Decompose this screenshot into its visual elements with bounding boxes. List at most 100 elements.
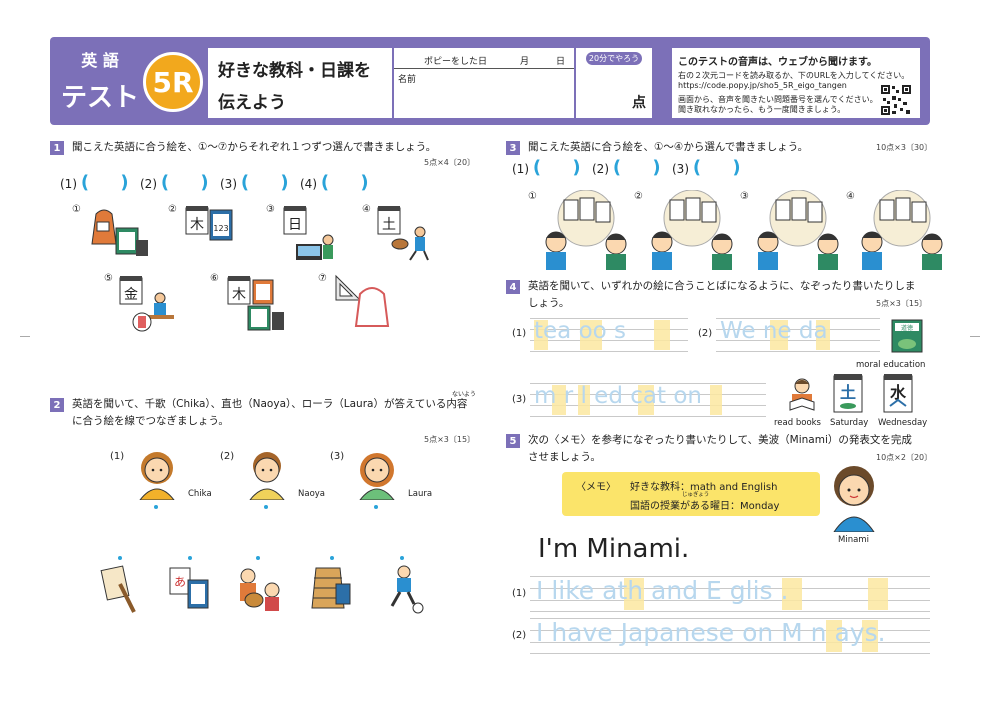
q1-points: 5点×4〔20〕 [424,158,476,167]
q4-points: 5点×3〔15〕 [876,299,928,308]
subject-badge: 英 語 テスト [50,37,150,125]
q3-option-4: ④ [846,191,855,202]
answer-label: (3) [220,177,237,191]
laura-label: Laura [408,489,433,499]
calendar-computer-icon: 日 [283,206,334,260]
blank-highlight[interactable] [710,385,722,415]
divider [394,68,574,69]
q4-row1-trace: tea oo s [534,318,627,344]
q1-option-7: ⑦ [318,273,327,284]
kanji-text: 金 [124,287,138,303]
q3-answer-1[interactable]: (1) ( ) [512,157,581,178]
audio-title: このテストの音声は、ウェブから聞けます。 [678,57,877,68]
month-label: 月 [520,57,530,67]
q5-row1-trace: I like ath and E glis . [536,576,789,605]
laura-avatar [359,453,395,500]
q4-number: 4 [506,280,520,294]
q1-option-6: ⑥ [210,273,219,284]
match-dot-bottom-2[interactable] [188,556,192,560]
svg-text:123: 123 [213,224,228,233]
ruled-line [716,351,880,352]
kanji-text: 土 [382,217,396,233]
q3-text: 聞こえた英語に合う絵を、①～④から選んで書きましょう。 [528,141,809,153]
answer-label: (3) [672,162,689,176]
q1-answer-3[interactable]: (3) ( ) [220,172,289,193]
qr-code-icon[interactable] [880,84,912,116]
apron-cooking-icon [91,209,148,256]
naoya-avatar [249,452,285,500]
time-badge: 20分でやろう [586,52,642,65]
answer-bracket: ( ) [692,157,741,178]
q2-text2: に合う絵を線でつなぎましょう。 [72,415,229,427]
answer-bracket: ( ) [240,172,289,193]
q5-row1-num: (1) [512,588,527,599]
q3-option-1: ① [528,191,537,202]
two-kids-thinking-4 [861,190,943,270]
kanji-text: 木 [232,287,246,303]
blank-highlight[interactable] [868,578,888,610]
match-dot-top-2[interactable] [264,505,268,509]
title-box: 好きな教科・日課を 伝えよう [208,48,392,118]
ruled-line [530,351,688,352]
q2-num-3: (3) [330,451,345,462]
crop-mark [20,336,30,337]
q3-points: 10点×3〔30〕 [876,143,933,152]
reading-child-icon [789,378,815,411]
wednesday-calendar-icon: 水 [883,374,913,413]
calendar-baseball-icon: 土 [377,206,429,261]
sat-kanji: 土 [840,383,856,402]
answer-label: (2) [592,162,609,176]
q2-num-2: (2) [220,451,235,462]
audio-url[interactable]: https://code.popy.jp/sho5_5R_eigo_tangen [678,81,847,90]
match-dot-bottom-4[interactable] [330,556,334,560]
q3-number: 3 [506,141,520,155]
match-dot-bottom-3[interactable] [256,556,260,560]
two-kids-thinking-3 [757,190,839,270]
match-dot-bottom-1[interactable] [118,556,122,560]
answer-label: (1) [60,177,77,191]
minami-avatar [833,466,875,532]
q2-text1: 英語を聞いて、千歌（Chika）、直也（Naoya）、ローラ（Laura）が答え… [72,398,468,410]
japanese-math-books-icon: あ [169,567,209,609]
q3-option-2: ② [634,191,643,202]
answer-bracket: ( ) [612,157,661,178]
calendar-math-icon: 木 123 [185,206,233,241]
q1-option-3: ③ [266,204,275,215]
match-dot-top-3[interactable] [374,505,378,509]
q4-row3-num: (3) [512,394,527,405]
q3-answer-2[interactable]: (2) ( ) [592,157,661,178]
answer-label: (2) [140,177,157,191]
q3-option-3: ③ [740,191,749,202]
read-label: read books [774,418,821,428]
audio-line3: 聞き取れなかったら、もう一度聞きましょう。 [678,105,846,114]
q1-answer-1[interactable]: (1) ( ) [60,172,129,193]
answer-bracket: ( ) [80,172,129,193]
title-line1: 好きな教科・日課を [218,61,371,81]
crop-mark [970,336,980,337]
kanji-text: 日 [288,217,302,233]
match-dot-top-1[interactable] [154,505,158,509]
naoya-label: Naoya [298,489,326,499]
q5-text2: させましょう。 [528,451,601,463]
q3-answer-3[interactable]: (3) ( ) [672,157,741,178]
q4-row2-trace: We ne da [720,318,828,344]
q1-answer-2[interactable]: (2) ( ) [140,172,209,193]
q2-number: 2 [50,398,64,412]
blank-highlight[interactable] [654,320,670,350]
match-dot-bottom-5[interactable] [400,556,404,560]
q2-points: 5点×3〔15〕 [424,435,476,444]
svg-text:あ: あ [174,575,186,589]
q4-row3-trace: m r l ed cat on [534,383,702,409]
name-box: ポピーをした日 月 日 名前 [394,48,574,118]
q1-option-1: ① [72,204,81,215]
calendar-homework-icon: 金 [119,276,174,332]
ruled-line [530,416,766,417]
subject-line1: 英 語 [81,51,119,70]
book-label: 道徳 [901,324,913,332]
moral-book-icon: 道徳 [891,319,923,353]
saturday-label: Saturday [830,418,869,428]
title-line2: 伝えよう [218,93,286,113]
q1-answer-4[interactable]: (4) ( ) [300,172,369,193]
two-kids-thinking-1 [545,190,627,270]
q2-num-1: (1) [110,451,125,462]
